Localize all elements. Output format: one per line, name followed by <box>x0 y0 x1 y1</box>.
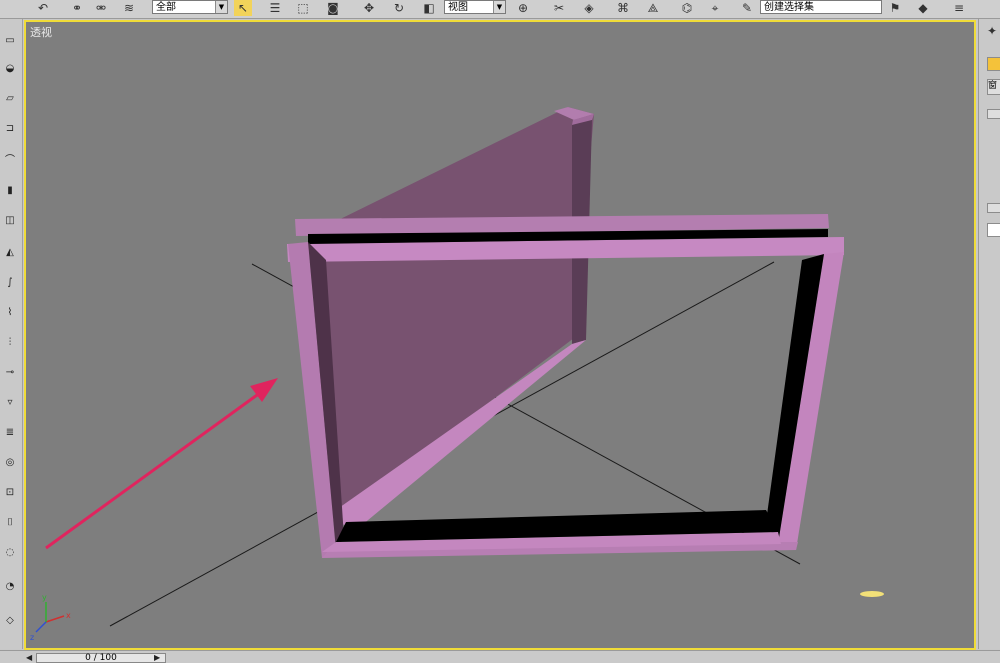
mirror-icon[interactable]: ✂ <box>550 0 568 16</box>
main-toolbar: ↶ ⚭ ⚮ ≋ 全部 ▼ ↖ ☰ ⬚ ◙ ✥ ↻ ◧ 视图 ▼ ⊕ ✂ ◈ ⌘ … <box>0 0 1000 19</box>
window-crossing-icon[interactable]: ◙ <box>324 0 342 16</box>
tool-icon-5[interactable]: ⌒ <box>2 155 18 167</box>
command-panel: ✦ 窗 <box>978 19 1000 649</box>
tool-icon-12[interactable]: ⊸ <box>2 367 18 379</box>
selection-filter-dropdown[interactable]: 全部 ▼ <box>152 0 228 14</box>
tool-icon-18[interactable]: ◌ <box>2 547 18 559</box>
tool-icon-15[interactable]: ◎ <box>2 457 18 469</box>
select-link-icon[interactable]: ⚭ <box>68 0 86 16</box>
scene-canvas: x y z <box>30 107 884 642</box>
align-icon[interactable]: ◈ <box>580 0 598 16</box>
schematic-icon[interactable]: ⌬ <box>678 0 696 16</box>
layer-icon[interactable]: ⌘ <box>614 0 632 16</box>
tool-icon-13[interactable]: ▿ <box>2 397 18 409</box>
viewport-label[interactable]: 透视 <box>30 24 52 40</box>
select-region-icon[interactable]: ⬚ <box>294 0 312 16</box>
unlink-icon[interactable]: ⚮ <box>92 0 110 16</box>
tool-icon-20[interactable]: ◇ <box>2 615 18 627</box>
named-selection-dropdown[interactable]: 创建选择集 <box>760 0 882 14</box>
tool-icon-17[interactable]: ⌷ <box>2 517 18 529</box>
axis-x-label: x <box>66 611 71 620</box>
render-setup-icon[interactable]: ⚑ <box>886 0 904 16</box>
menu-icon[interactable]: ≡ <box>950 0 968 16</box>
rollout-collapse-1[interactable] <box>987 109 1000 119</box>
move-icon[interactable]: ✥ <box>360 0 378 16</box>
tool-icon-7[interactable]: ◫ <box>2 215 18 227</box>
tool-icon-8[interactable]: ◭ <box>2 247 18 259</box>
tool-icon-6[interactable]: ▮ <box>2 185 18 197</box>
curve-editor-icon[interactable]: ⟁ <box>644 0 662 16</box>
create-tab-icon[interactable]: ✦ <box>983 23 1000 39</box>
chevron-down-icon: ▼ <box>493 1 505 13</box>
annotation-arrow <box>45 378 278 550</box>
timeline-bar: ◀ 0 / 100 ▶ <box>0 650 1000 663</box>
command-panel-field[interactable] <box>987 223 1000 237</box>
rollout-collapse-2[interactable] <box>987 203 1000 213</box>
scale-icon[interactable]: ◧ <box>420 0 438 16</box>
axis-tripod: x y z <box>30 593 71 642</box>
command-panel-tab[interactable] <box>987 57 1000 71</box>
material-editor-icon[interactable]: ⌖ <box>706 0 724 16</box>
reference-coordinate-value: 视图 <box>448 2 468 13</box>
tool-icon-3[interactable]: ▱ <box>2 93 18 105</box>
reference-coordinate-dropdown[interactable]: 视图 ▼ <box>444 0 506 14</box>
pivot-icon[interactable]: ⊕ <box>514 0 532 16</box>
tool-icon-4[interactable]: ⊐ <box>2 123 18 135</box>
tool-icon-1[interactable]: ▭ <box>2 35 18 47</box>
chevron-down-icon: ▼ <box>215 1 227 13</box>
highlight-mark <box>860 591 884 597</box>
undo-icon[interactable]: ↶ <box>34 0 52 16</box>
select-object-icon[interactable]: ↖ <box>234 0 252 16</box>
perspective-viewport[interactable]: x y z 透视 <box>24 20 976 650</box>
tool-icon-9[interactable]: ∫ <box>2 277 18 289</box>
select-by-name-icon[interactable]: ☰ <box>266 0 284 16</box>
tool-icon-16[interactable]: ⊡ <box>2 487 18 499</box>
command-panel-label-text: 窗 <box>988 81 998 91</box>
selection-filter-value: 全部 <box>156 2 176 13</box>
tool-icon-2[interactable]: ◒ <box>2 63 18 75</box>
named-selection-icon: ✎ <box>741 1 753 15</box>
window-sash[interactable] <box>306 107 594 530</box>
bind-spacewarp-icon[interactable]: ≋ <box>120 0 138 16</box>
tool-icon-10[interactable]: ⌇ <box>2 307 18 319</box>
left-toolbar: ▭ ◒ ▱ ⊐ ⌒ ▮ ◫ ◭ ∫ ⌇ ⫶ ⊸ ▿ ≣ ◎ ⊡ ⌷ ◌ ◔ ◇ <box>0 19 23 649</box>
axis-z-label: z <box>30 633 34 642</box>
tool-icon-11[interactable]: ⫶ <box>2 337 18 349</box>
axis-y-label: y <box>42 593 47 602</box>
render-icon[interactable]: ◆ <box>914 0 932 16</box>
rotate-icon[interactable]: ↻ <box>390 0 408 16</box>
named-selection-value: 创建选择集 <box>764 2 814 13</box>
tool-icon-14[interactable]: ≣ <box>2 427 18 439</box>
command-panel-window-label: 窗 <box>987 79 1000 95</box>
tool-icon-19[interactable]: ◔ <box>2 581 18 593</box>
